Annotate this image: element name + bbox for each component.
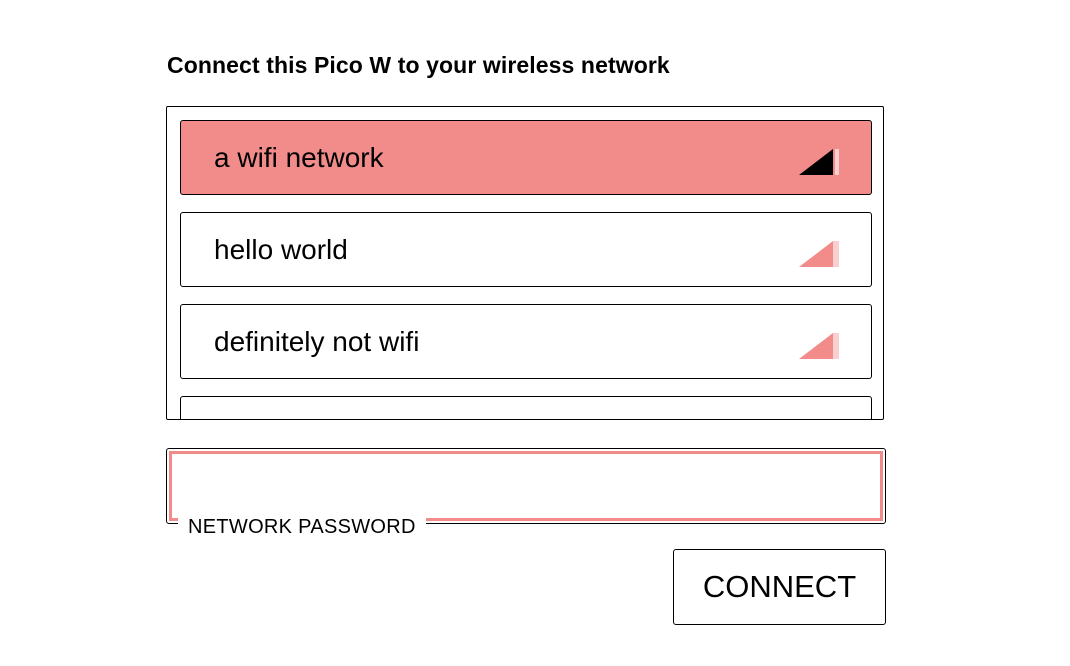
network-item[interactable]: hello world <box>180 212 872 287</box>
network-list[interactable]: a wifi network hello world definitely no… <box>166 106 884 420</box>
network-name: definitely not wifi <box>214 326 420 357</box>
signal-medium-icon <box>799 333 839 359</box>
network-item[interactable] <box>180 396 872 419</box>
network-name: hello world <box>214 234 348 265</box>
signal-medium-icon <box>799 241 839 267</box>
password-input[interactable] <box>169 451 883 521</box>
network-item[interactable]: definitely not wifi <box>180 304 872 379</box>
network-name: a wifi network <box>214 142 384 173</box>
password-field-frame <box>166 448 886 524</box>
network-item[interactable]: a wifi network <box>180 120 872 195</box>
connect-button[interactable]: CONNECT <box>673 549 886 625</box>
signal-strong-icon <box>799 149 839 175</box>
password-label: NETWORK PASSWORD <box>178 515 426 539</box>
page-title: Connect this Pico W to your wireless net… <box>167 52 670 78</box>
